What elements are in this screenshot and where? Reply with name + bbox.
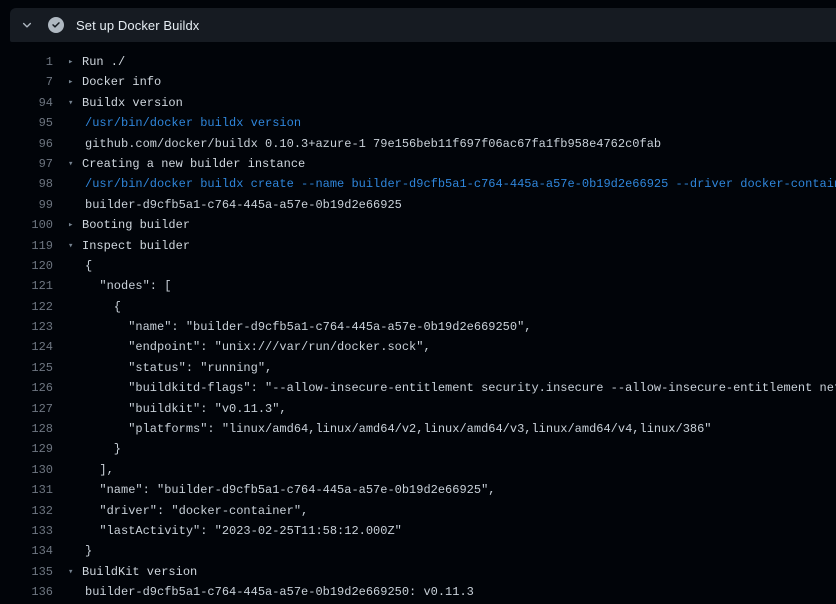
line-number: 121 [0,276,53,296]
group-title: Booting builder [82,215,190,235]
output-text: builder-d9cfb5a1-c764-445a-a57e-0b19d2e6… [85,195,402,215]
triangle-right-icon: ▸ [68,72,80,92]
log-line: 121 "nodes": [ [0,276,836,296]
line-number: 97 [0,154,53,174]
triangle-down-icon: ▾ [68,236,80,256]
log-line: 126 "buildkitd-flags": "--allow-insecure… [0,378,836,398]
line-number: 126 [0,378,53,398]
log-group-row[interactable]: 7 ▸Docker info [0,72,836,92]
output-text: } [85,439,121,459]
line-number: 124 [0,337,53,357]
log-line: 123 "name": "builder-d9cfb5a1-c764-445a-… [0,317,836,337]
line-number: 128 [0,419,53,439]
line-number: 133 [0,521,53,541]
output-text: "driver": "docker-container", [85,501,308,521]
log-line: 130 ], [0,460,836,480]
log-line: 127 "buildkit": "v0.11.3", [0,399,836,419]
chevron-down-icon[interactable] [20,18,34,32]
log-group-row[interactable]: 100 ▸Booting builder [0,215,836,235]
output-text: } [85,541,92,561]
line-number: 135 [0,562,53,582]
line-number: 123 [0,317,53,337]
output-text: { [85,256,92,276]
line-number: 130 [0,460,53,480]
log-line: 128 "platforms": "linux/amd64,linux/amd6… [0,419,836,439]
log-line: 125 "status": "running", [0,358,836,378]
log-line: 133 "lastActivity": "2023-02-25T11:58:12… [0,521,836,541]
line-number: 134 [0,541,53,561]
group-title: Run ./ [82,52,125,72]
output-text: { [85,297,121,317]
output-text: "name": "builder-d9cfb5a1-c764-445a-a57e… [85,480,495,500]
triangle-down-icon: ▾ [68,562,80,582]
log-line: 99 builder-d9cfb5a1-c764-445a-a57e-0b19d2… [0,195,836,215]
line-number: 127 [0,399,53,419]
log-group-row[interactable]: 94 ▾Buildx version [0,93,836,113]
line-number: 136 [0,582,53,602]
log-line: 120 { [0,256,836,276]
output-text: "name": "builder-d9cfb5a1-c764-445a-a57e… [85,317,531,337]
line-number: 98 [0,174,53,194]
group-title: Docker info [82,72,161,92]
group-title: Creating a new builder instance [82,154,305,174]
line-number: 1 [0,52,53,72]
line-number: 96 [0,134,53,154]
triangle-right-icon: ▸ [68,215,80,235]
log-line: 129 } [0,439,836,459]
line-number: 99 [0,195,53,215]
output-text: ], [85,460,114,480]
log-line: 136 builder-d9cfb5a1-c764-445a-a57e-0b19d… [0,582,836,602]
log-line: 96 github.com/docker/buildx 0.10.3+azure-… [0,134,836,154]
log-line: 132 "driver": "docker-container", [0,501,836,521]
step-header[interactable]: Set up Docker Buildx [10,8,836,42]
line-number: 119 [0,236,53,256]
log-lines: 1▸Run ./7▸Docker info94▾Buildx version95… [0,42,836,603]
line-number: 132 [0,501,53,521]
output-text: "nodes": [ [85,276,171,296]
log-line: 98/usr/bin/docker buildx create --name b… [0,174,836,194]
group-title: Inspect builder [82,236,190,256]
log-line: 131 "name": "builder-d9cfb5a1-c764-445a-… [0,480,836,500]
line-number: 131 [0,480,53,500]
line-number: 95 [0,113,53,133]
log-group-row[interactable]: 135 ▾BuildKit version [0,562,836,582]
log-group-row[interactable]: 1 ▸Run ./ [0,52,836,72]
log-line: 134} [0,541,836,561]
output-text: "lastActivity": "2023-02-25T11:58:12.000… [85,521,402,541]
output-text: "buildkitd-flags": "--allow-insecure-ent… [85,378,836,398]
log-line: 122 { [0,297,836,317]
log-group-row[interactable]: 97 ▾Creating a new builder instance [0,154,836,174]
output-text: github.com/docker/buildx 0.10.3+azure-1 … [85,134,661,154]
command-text: /usr/bin/docker buildx version [85,113,301,133]
line-number: 120 [0,256,53,276]
group-title: BuildKit version [82,562,197,582]
line-number: 122 [0,297,53,317]
line-number: 94 [0,93,53,113]
log-line: 124 "endpoint": "unix:///var/run/docker.… [0,337,836,357]
step-title: Set up Docker Buildx [76,18,199,33]
line-number: 129 [0,439,53,459]
line-number: 125 [0,358,53,378]
output-text: "buildkit": "v0.11.3", [85,399,287,419]
triangle-down-icon: ▾ [68,154,80,174]
output-text: "platforms": "linux/amd64,linux/amd64/v2… [85,419,712,439]
line-number: 7 [0,72,53,92]
group-title: Buildx version [82,93,183,113]
output-text: "status": "running", [85,358,272,378]
check-circle-icon [48,17,64,33]
command-text: /usr/bin/docker buildx create --name bui… [85,174,836,194]
log-line: 95/usr/bin/docker buildx version [0,113,836,133]
log-group-row[interactable]: 119 ▾Inspect builder [0,236,836,256]
triangle-right-icon: ▸ [68,52,80,72]
triangle-down-icon: ▾ [68,93,80,113]
line-number: 100 [0,215,53,235]
output-text: builder-d9cfb5a1-c764-445a-a57e-0b19d2e6… [85,582,474,602]
output-text: "endpoint": "unix:///var/run/docker.sock… [85,337,431,357]
